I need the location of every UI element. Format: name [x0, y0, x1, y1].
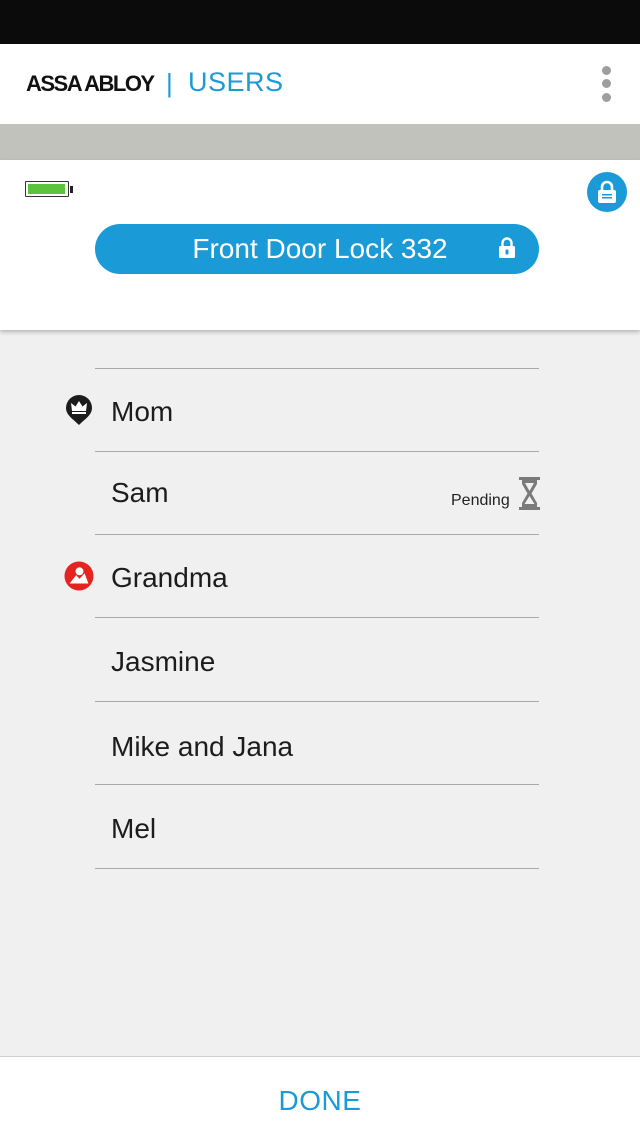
user-name: Mel: [111, 813, 157, 844]
list-item-mom[interactable]: Mom: [0, 369, 640, 452]
lock-selector-button[interactable]: Front Door Lock 332: [95, 224, 539, 274]
crown-icon: [66, 395, 92, 425]
header-divider-band: [0, 124, 640, 160]
user-name: Jasmine: [111, 646, 216, 677]
brand-logo: ASSA ABLOY: [26, 71, 155, 96]
bottom-bar: DONE: [0, 1056, 640, 1137]
padlock-icon: [598, 180, 616, 203]
title-separator: |: [166, 68, 173, 98]
person-red-icon: [64, 561, 94, 591]
page-title: USERS: [188, 67, 284, 97]
list-item-sam[interactable]: Sam Pending: [0, 452, 640, 535]
lock-card: Front Door Lock 332: [0, 160, 640, 330]
user-name: Mom: [111, 396, 174, 427]
user-name: Mike and Jana: [111, 731, 294, 762]
app-bar: ASSA ABLOY | USERS: [0, 44, 640, 124]
list-item-mel[interactable]: Mel: [0, 786, 640, 869]
lock-status-button[interactable]: [587, 172, 627, 212]
pending-status: Pending: [451, 492, 510, 509]
more-vert-icon[interactable]: [594, 64, 620, 104]
user-name: Sam: [111, 477, 169, 508]
battery-icon: [25, 181, 73, 197]
padlock-small-icon: [499, 237, 515, 258]
list-item-mike-and-jana[interactable]: Mike and Jana: [0, 702, 640, 785]
lock-name: Front Door Lock 332: [192, 233, 448, 264]
hourglass-icon: [519, 477, 540, 510]
list-item-jasmine[interactable]: Jasmine: [0, 619, 640, 702]
status-bar: [0, 0, 640, 44]
user-name: Grandma: [111, 562, 228, 593]
list-item-grandma[interactable]: Grandma: [0, 535, 640, 618]
done-button[interactable]: DONE: [270, 1083, 370, 1119]
